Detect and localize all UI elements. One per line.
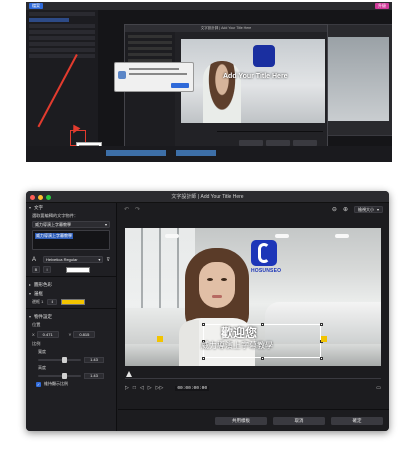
top-file-tag[interactable]: 檔案 — [29, 3, 43, 9]
top-dialog-title: 文字設計師 | Add Your Title Here — [125, 25, 327, 32]
play-icon[interactable]: ▷ — [125, 385, 129, 391]
scale-label: 比例 — [32, 341, 41, 346]
resize-handle[interactable] — [261, 357, 264, 360]
width-value-input[interactable]: 1.43 — [84, 357, 104, 363]
border-color-swatch[interactable] — [61, 299, 86, 305]
section-text-label: 文字 — [34, 204, 44, 210]
top-alert-ok-button[interactable] — [171, 83, 189, 88]
chevron-down-icon: ▾ — [29, 314, 32, 319]
app-icon — [118, 71, 126, 79]
top-timeline — [26, 146, 392, 162]
zoom-select-value: 檢視大小 — [357, 206, 374, 212]
preview-canvas[interactable]: HOSUNSEO 歡迎您 威力導演上字幕教學 — [125, 228, 381, 366]
playhead-marker-icon[interactable] — [126, 371, 132, 377]
preview-panel: ↶ ↷ ⊖ ⊕ 檢視大小 ▾ HOSUNSEO 歡迎您 威力導演上字幕教學 ▷ … — [118, 203, 389, 431]
zoom-in-icon[interactable]: ⊕ — [343, 206, 348, 213]
cancel-button[interactable]: 取消 — [273, 416, 325, 425]
width-label: 寬度 — [38, 349, 46, 354]
chevron-down-icon: ▾ — [29, 291, 32, 296]
ok-button[interactable]: 確定 — [331, 416, 383, 425]
fast-forward-icon[interactable]: ▷▷ — [156, 385, 164, 391]
section-object-label: 物件設定 — [34, 313, 53, 319]
top-dialog-stage: Add Your Title Here — [181, 39, 325, 123]
window-title: 文字設計師 | Add Your Title Here — [171, 194, 244, 200]
properties-panel: ▾ 文字 選取要編輯的文字物件： 威力導演上字幕教學 ▾ 威力導演上字幕教學 A… — [26, 203, 117, 431]
share-template-button[interactable]: 共用樣板 — [215, 416, 267, 425]
preview-toolbar: ↶ ↷ ⊖ ⊕ 檢視大小 ▾ — [118, 203, 389, 215]
window-titlebar: 文字設計師 | Add Your Title Here — [26, 191, 389, 203]
redo-icon[interactable]: ↷ — [135, 206, 140, 213]
undo-icon[interactable]: ↶ — [124, 206, 129, 213]
section-text-header[interactable]: ▾ 文字 — [26, 203, 116, 212]
position-label: 位置 — [32, 322, 41, 327]
bold-button[interactable]: B — [32, 266, 40, 273]
width-slider[interactable] — [38, 357, 81, 363]
y-position-input[interactable]: 0.815 — [73, 331, 96, 338]
height-label: 高度 — [38, 365, 46, 370]
chevron-down-icon: ▾ — [98, 257, 101, 262]
resize-handle[interactable] — [202, 323, 205, 326]
playback-controls: ▷ □ ◁ ▷ ▷▷ 00:00:00:00 ▭ — [125, 384, 381, 392]
text-content-field[interactable]: 威力導演上字幕教學 — [32, 230, 110, 250]
x-position-input[interactable]: 0.471 — [36, 331, 59, 338]
timeline-track[interactable] — [125, 378, 381, 379]
text-content-selection: 威力導演上字幕教學 — [35, 233, 73, 239]
top-alert-dialog — [114, 62, 194, 92]
previous-frame-icon[interactable]: ◁ — [140, 385, 144, 391]
top-menubar: 檔案 升級 — [26, 2, 392, 10]
border-1-label: 邊框 1 — [32, 299, 44, 304]
border-corner-marker[interactable] — [321, 336, 327, 342]
font-color-swatch[interactable] — [66, 266, 90, 273]
object-select-label: 選取要編輯的文字物件： — [32, 213, 79, 218]
title-designer-window: 文字設計師 | Add Your Title Here ▾ 文字 選取要編輯的文… — [26, 191, 389, 431]
section-border-label: 邊框 — [34, 290, 44, 296]
section-fill-label: 圖形色彩 — [34, 281, 53, 287]
height-value-input[interactable]: 1.43 — [84, 373, 104, 379]
resize-handle[interactable] — [261, 323, 264, 326]
resize-handle[interactable] — [202, 357, 205, 360]
border-corner-marker[interactable] — [157, 336, 163, 342]
chevron-down-icon: ▾ — [104, 222, 107, 227]
border-stepper[interactable]: ⇕ — [47, 299, 58, 305]
section-fill-header[interactable]: ▸ 圖形色彩 — [26, 280, 116, 289]
reference-screenshot: 檔案 升級 文字設計師 | Add Your Title Here Add Yo… — [26, 2, 392, 162]
resize-handle[interactable] — [320, 357, 323, 360]
keep-ratio-checkbox[interactable]: ✓ — [36, 381, 41, 387]
dialog-footer: 共用樣板 取消 確定 — [118, 409, 389, 431]
logo-text: HOSUNSEO — [251, 268, 282, 274]
hosunseo-logo: HOSUNSEO — [251, 240, 282, 280]
zoom-out-icon[interactable]: ⊖ — [332, 206, 337, 213]
top-upgrade-button[interactable]: 升級 — [375, 3, 389, 9]
stop-icon[interactable]: □ — [133, 385, 136, 391]
title-line-2[interactable]: 威力導演上字幕教學 — [201, 340, 273, 351]
zoom-select[interactable]: 檢視大小 ▾ — [353, 205, 383, 213]
text-object-select[interactable]: 威力導演上字幕教學 ▾ — [32, 221, 110, 228]
section-object-header[interactable]: ▾ 物件設定 — [26, 312, 116, 321]
height-slider-knob[interactable] — [61, 373, 67, 379]
resize-handle[interactable] — [320, 323, 323, 326]
timecode-display[interactable]: 00:00:00:00 — [175, 385, 210, 391]
width-slider-knob[interactable] — [61, 357, 67, 363]
section-border-header[interactable]: ▾ 邊框 — [26, 289, 116, 298]
subtitle-icon[interactable]: ▭ — [376, 385, 381, 391]
chevron-down-icon: ▾ — [29, 205, 32, 210]
height-slider[interactable] — [38, 373, 81, 379]
font-size-icon[interactable]: ⊽ — [106, 257, 110, 263]
next-frame-icon[interactable]: ▷ — [148, 385, 152, 391]
title-line-1[interactable]: 歡迎您 — [221, 324, 257, 341]
chevron-down-icon: ▾ — [376, 206, 379, 212]
font-select-value: Helvetica Regular — [46, 257, 78, 262]
y-label: Y — [68, 332, 72, 337]
chevron-right-icon: ▸ — [29, 282, 32, 287]
x-label: X — [32, 332, 35, 337]
font-select[interactable]: Helvetica Regular ▾ — [43, 256, 104, 263]
italic-button[interactable]: I — [43, 266, 51, 273]
font-icon: A — [32, 256, 37, 263]
keep-ratio-label: 維持顯示比例 — [44, 381, 68, 386]
top-stage-title: Add Your Title Here — [223, 73, 288, 80]
text-object-select-value: 威力導演上字幕教學 — [35, 221, 71, 227]
